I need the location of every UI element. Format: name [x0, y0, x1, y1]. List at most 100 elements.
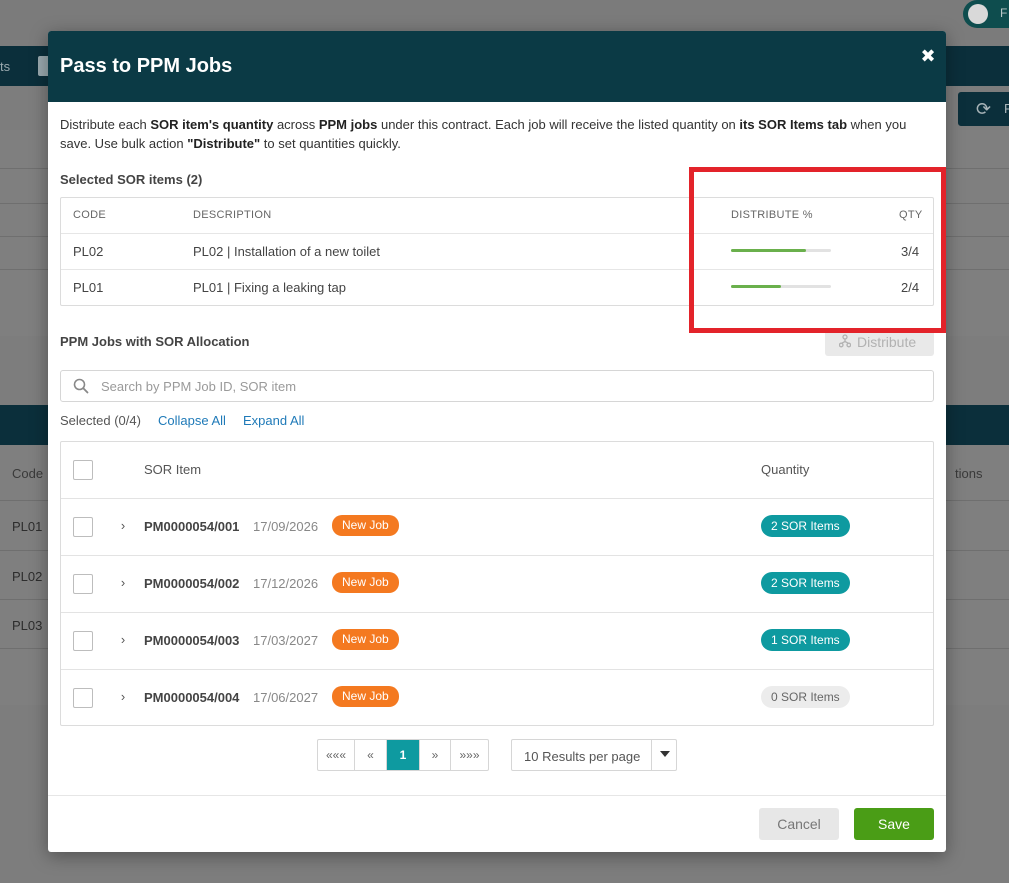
close-icon[interactable]: ✖ — [918, 46, 938, 66]
ppm-jobs-table: SOR Item Quantity › PM0000054/001 17/09/… — [60, 441, 934, 726]
distribute-progress-bar — [731, 249, 831, 252]
job-id: PM0000054/004 — [144, 690, 240, 705]
job-id: PM0000054/003 — [144, 633, 240, 648]
search-input[interactable] — [101, 372, 921, 400]
distribute-button-label: Distribute — [857, 334, 917, 350]
intro-text-part: across — [273, 117, 319, 132]
chevron-right-icon[interactable]: › — [117, 575, 129, 590]
job-date: 17/03/2027 — [253, 633, 319, 648]
chevron-right-icon[interactable]: › — [117, 689, 129, 704]
prev-page-button[interactable]: « — [355, 740, 387, 770]
sor-header-distribute: DISTRIBUTE % — [731, 209, 813, 221]
job-checkbox[interactable] — [73, 517, 93, 537]
intro-text-bold: its SOR Items tab — [739, 117, 848, 132]
last-page-button[interactable]: »»» — [451, 740, 488, 770]
selected-sor-label: Selected SOR items (2) — [60, 172, 203, 187]
sor-description: PL01 | Fixing a leaking tap — [193, 280, 346, 295]
next-page-button[interactable]: » — [420, 740, 451, 770]
bg-refresh-label: F — [1004, 101, 1009, 116]
job-checkbox[interactable] — [73, 631, 93, 651]
results-per-page-select[interactable]: 10 Results per page — [511, 739, 677, 771]
intro-text-bold: SOR item's quantity — [150, 117, 274, 132]
collapse-all-link[interactable]: Collapse All — [158, 413, 226, 428]
sor-code: PL02 — [73, 244, 104, 259]
save-button[interactable]: Save — [854, 808, 934, 840]
select-all-checkbox[interactable] — [73, 460, 93, 480]
sor-table-row: PL01 PL01 | Fixing a leaking tap 2/4 — [61, 269, 933, 305]
sor-items-badge: 2 SOR Items — [761, 572, 850, 594]
job-date: 17/06/2027 — [253, 690, 319, 705]
sor-items-badge: 1 SOR Items — [761, 629, 850, 651]
job-row: › PM0000054/004 17/06/2027 New Job 0 SOR… — [61, 669, 933, 726]
job-row: › PM0000054/002 17/12/2026 New Job 2 SOR… — [61, 555, 933, 612]
bg-refresh-button: ⟳ F — [958, 92, 1009, 126]
intro-text-bold: PPM jobs — [318, 117, 378, 132]
status-badge: New Job — [332, 572, 399, 593]
selected-count: Selected (0/4) — [60, 413, 141, 428]
modal-header: Pass to PPM Jobs ✖ — [48, 31, 946, 102]
sor-code: PL01 — [73, 280, 104, 295]
status-badge: New Job — [332, 515, 399, 536]
job-date: 17/12/2026 — [253, 576, 319, 591]
expand-all-link[interactable]: Expand All — [243, 413, 304, 428]
distribute-progress-fill — [731, 249, 806, 252]
distribute-progress-bar — [731, 285, 831, 288]
job-row: › PM0000054/003 17/03/2027 New Job 1 SOR… — [61, 612, 933, 669]
chevron-right-icon[interactable]: › — [117, 518, 129, 533]
sor-header-qty: QTY — [899, 209, 923, 221]
bg-table-cell: PL02 — [12, 569, 43, 584]
ppm-jobs-label: PPM Jobs with SOR Allocation — [60, 334, 250, 349]
search-box — [60, 370, 934, 402]
distribute-progress-fill — [731, 285, 781, 288]
jobs-header-sor-item: SOR Item — [144, 462, 202, 477]
intro-text-part: to set quantities quickly. — [260, 136, 401, 151]
bg-user-avatar — [968, 4, 988, 24]
bg-table-header-code: Code — [12, 466, 44, 481]
sor-table-row: PL02 PL02 | Installation of a new toilet… — [61, 233, 933, 269]
status-badge: New Job — [332, 629, 399, 650]
chevron-right-icon[interactable]: › — [117, 632, 129, 647]
bg-table-header-actions: tions — [955, 466, 983, 481]
job-checkbox[interactable] — [73, 574, 93, 594]
intro-text: Distribute each SOR item's quantity acro… — [60, 115, 930, 153]
select-divider — [651, 740, 652, 770]
intro-text-part: under this contract. Each job will recei… — [377, 117, 740, 132]
sor-description: PL02 | Installation of a new toilet — [193, 244, 380, 259]
sor-items-badge: 2 SOR Items — [761, 515, 850, 537]
modal-title: Pass to PPM Jobs — [60, 55, 233, 77]
status-badge: New Job — [332, 686, 399, 707]
selected-sor-table: CODE DESCRIPTION DISTRIBUTE % QTY PL02 P… — [60, 197, 934, 306]
job-row: › PM0000054/001 17/09/2026 New Job 2 SOR… — [61, 498, 933, 555]
bg-table-cell: PL03 — [12, 618, 43, 633]
sor-header-code: CODE — [73, 209, 106, 221]
bg-user-pill-text: F — [1000, 6, 1008, 20]
intro-text-part: Distribute each — [60, 117, 151, 132]
sor-qty: 2/4 — [901, 280, 920, 295]
sor-table-header: CODE DESCRIPTION DISTRIBUTE % QTY — [61, 198, 933, 233]
search-icon — [73, 378, 89, 394]
bg-refresh-icon: ⟳ — [976, 99, 992, 119]
results-per-page-value: 10 Results per page — [524, 749, 641, 764]
job-id: PM0000054/002 — [144, 576, 240, 591]
distribute-button[interactable]: Distribute — [825, 328, 934, 356]
bg-table-cell: PL01 — [12, 519, 43, 534]
page-1-button[interactable]: 1 — [387, 740, 420, 770]
job-id: PM0000054/001 — [144, 519, 240, 534]
jobs-table-header: SOR Item Quantity — [61, 442, 933, 498]
bg-nav-text: ts — [0, 59, 11, 74]
sor-qty: 3/4 — [901, 244, 920, 259]
pass-to-ppm-jobs-modal: Pass to PPM Jobs ✖ Distribute each SOR i… — [48, 31, 946, 852]
intro-text-bold: "Distribute" — [187, 136, 261, 151]
caret-down-icon[interactable] — [660, 751, 670, 757]
sor-header-description: DESCRIPTION — [193, 209, 272, 221]
distribute-icon — [839, 334, 851, 348]
job-checkbox[interactable] — [73, 688, 93, 708]
footer-divider — [48, 795, 946, 796]
job-date: 17/09/2026 — [253, 519, 319, 534]
first-page-button[interactable]: ««« — [318, 740, 355, 770]
cancel-button[interactable]: Cancel — [759, 808, 839, 840]
jobs-header-quantity: Quantity — [761, 462, 810, 477]
pagination: ««« « 1 » »»» — [317, 739, 489, 771]
bg-user-pill: F — [963, 0, 1009, 28]
sor-items-badge: 0 SOR Items — [761, 686, 850, 708]
